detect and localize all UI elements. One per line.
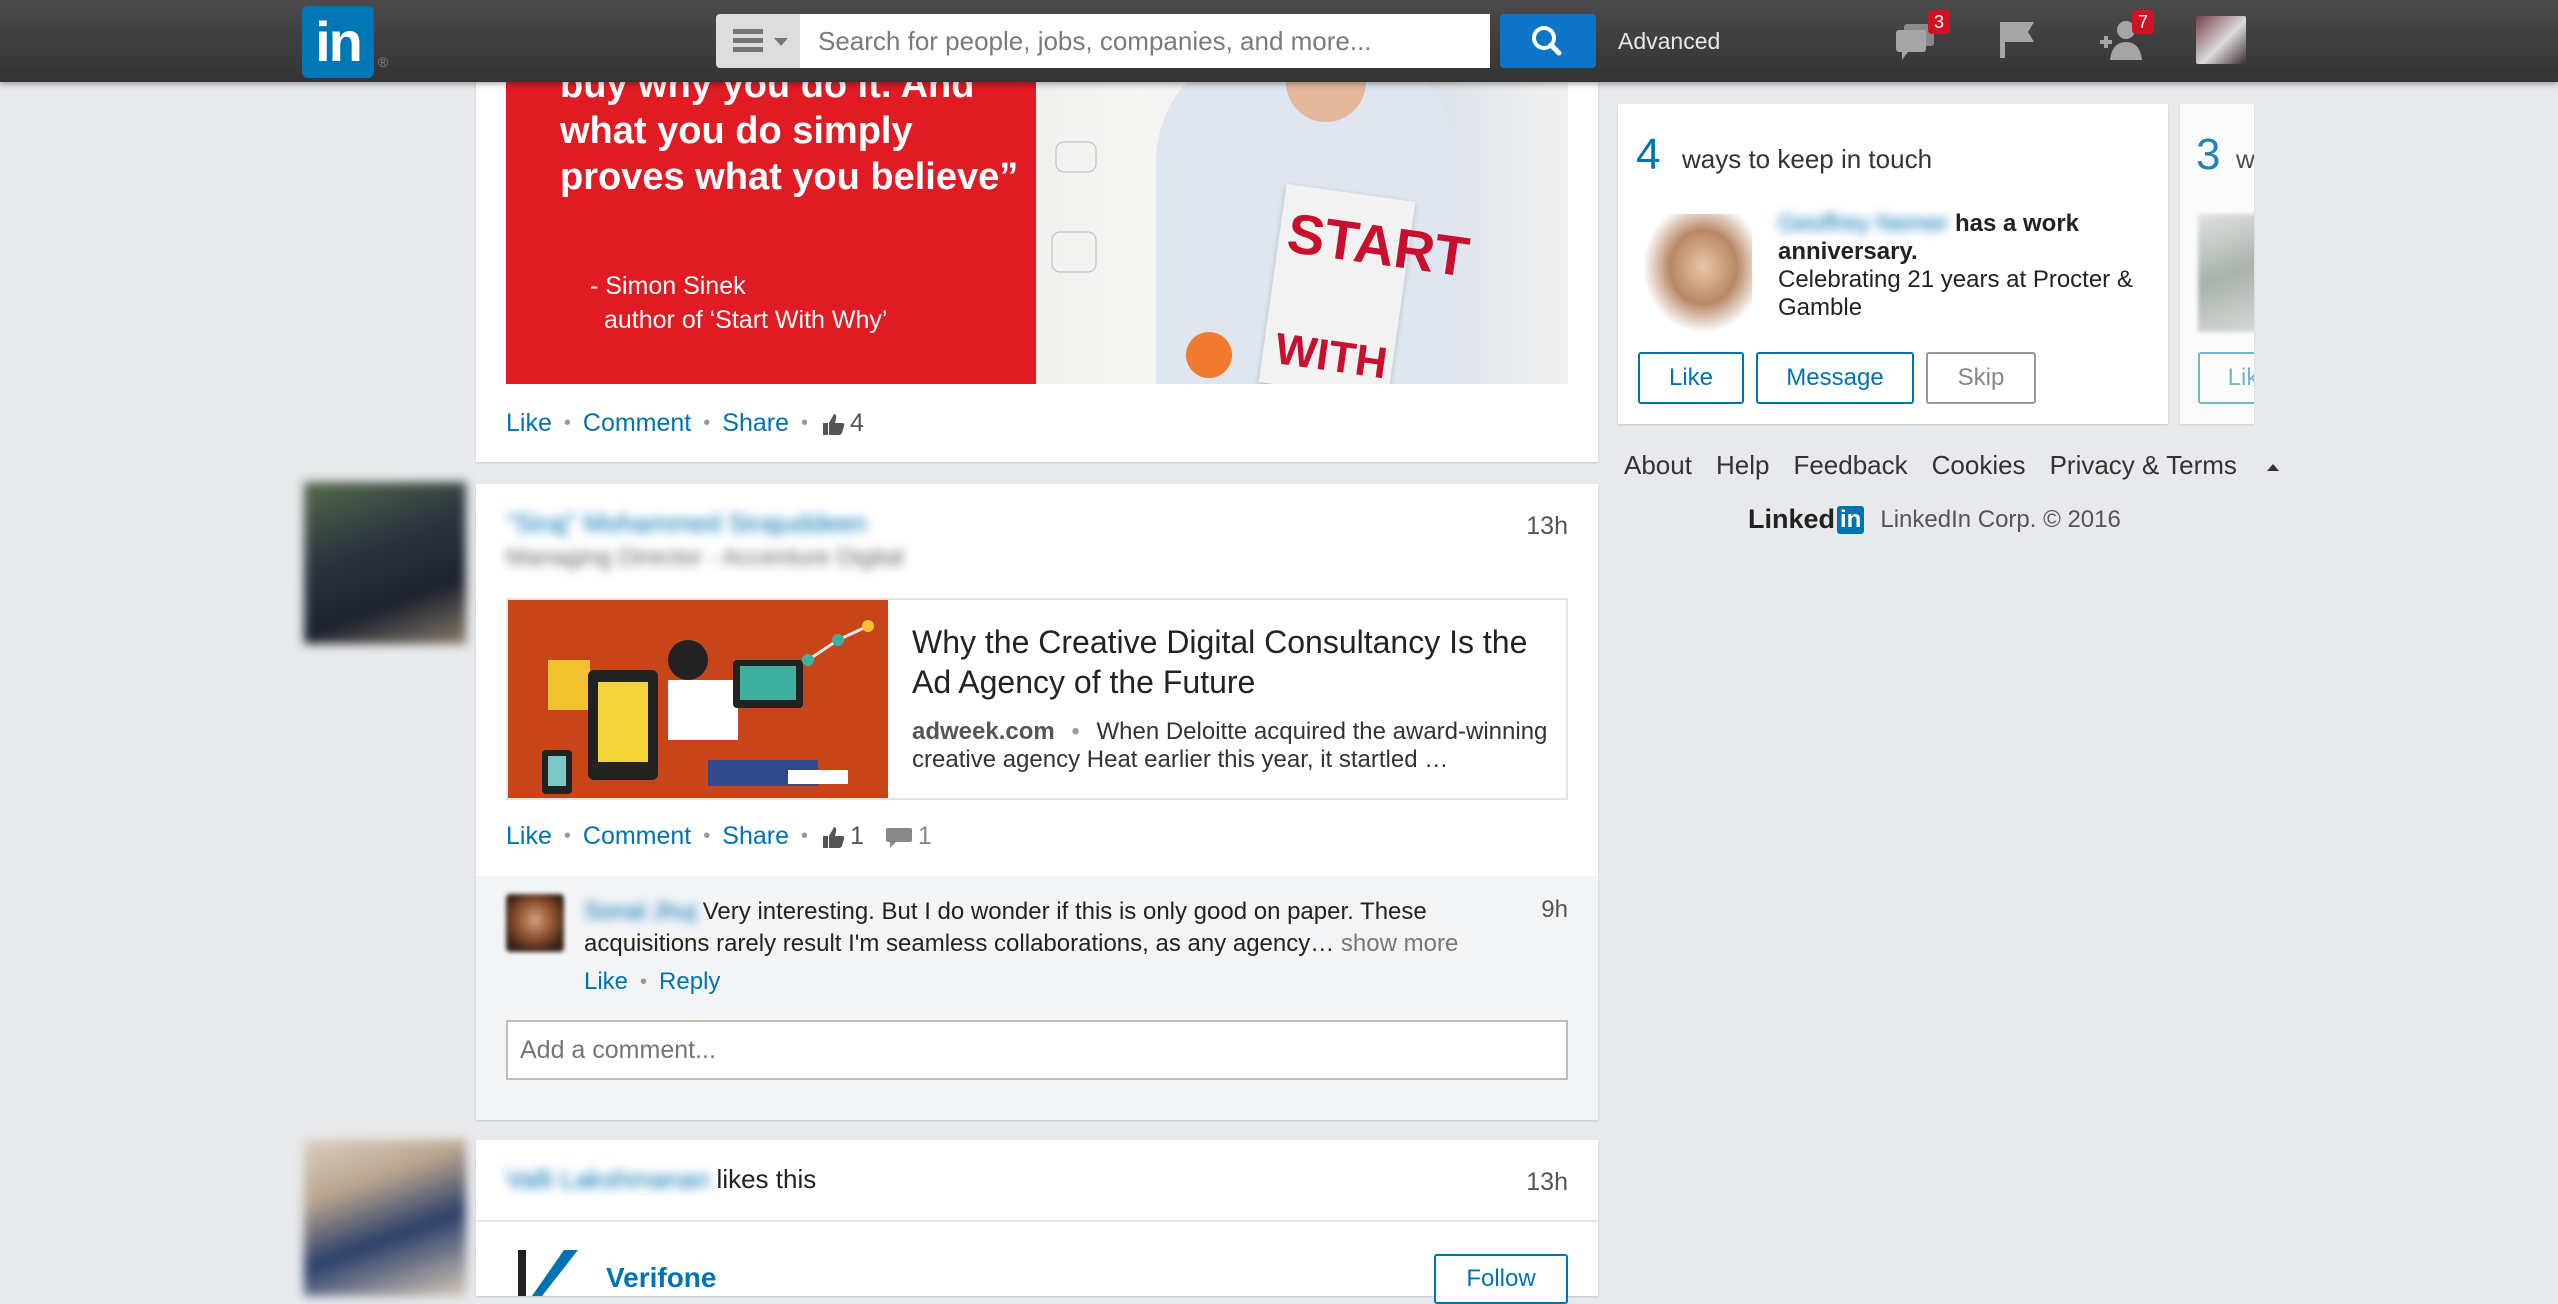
thumbs-up-icon (823, 826, 845, 848)
footer-link-help[interactable]: Help (1716, 450, 1769, 481)
article-thumbnail (508, 600, 888, 798)
post-timestamp: 13h (1526, 1168, 1568, 1196)
footer-brand-text: Linked (1748, 504, 1836, 534)
thumbs-up-icon (823, 413, 845, 435)
like-button[interactable]: Like (1638, 352, 1744, 404)
anniversary-detail: Celebrating 21 years at Procter & Gamble (1778, 266, 2133, 321)
message-button[interactable]: Message (1756, 352, 1914, 404)
messages-badge: 3 (1928, 10, 1951, 34)
likes-count[interactable]: 1 (820, 822, 864, 851)
comment-actions: Like • Reply (584, 968, 721, 996)
like-activity-header: Valli Lakshmanan likes this (506, 1164, 816, 1195)
comment-link[interactable]: Comment (583, 822, 691, 851)
like-link[interactable]: Like (506, 409, 552, 438)
quote-author-subtitle: author of ‘Start With Why’ (604, 306, 888, 334)
article-meta: adweek.com • When Deloitte acquired the … (912, 718, 1548, 773)
skip-button[interactable]: Skip (1926, 352, 2036, 404)
footer-link-feedback[interactable]: Feedback (1793, 450, 1907, 481)
speaker-photo: START WITH (1036, 82, 1568, 384)
registered-mark: ® (378, 54, 389, 70)
article-source: adweek.com (912, 718, 1055, 745)
chevron-down-icon (774, 38, 788, 46)
comment-text: Very interesting. But I do wonder if thi… (584, 898, 1427, 957)
footer-link-cookies[interactable]: Cookies (1932, 450, 2026, 481)
caret-up-icon (2266, 463, 2279, 471)
next-card-like-button[interactable]: Lik (2198, 352, 2254, 404)
copyright-text: LinkedIn Corp. © 2016 (1880, 505, 2121, 533)
linkedin-logo[interactable]: in (302, 6, 374, 78)
share-link[interactable]: Share (722, 409, 789, 438)
actor-name[interactable]: Valli Lakshmanan (506, 1164, 709, 1195)
comments-section: Sonal Jhuj Very interesting. But I do wo… (476, 876, 1598, 1120)
commenter-avatar[interactable] (506, 894, 564, 952)
book-title-with: WITH (1272, 324, 1391, 384)
feed-post-like: Valli Lakshmanan likes this 13h Verifone… (476, 1140, 1598, 1304)
watch-shape (1186, 332, 1232, 378)
search-input[interactable] (800, 14, 1490, 68)
add-comment-input[interactable] (506, 1020, 1568, 1080)
contact-avatar[interactable] (1644, 214, 1752, 332)
book-cover: START WITH (1258, 183, 1473, 384)
follow-button[interactable]: Follow (1434, 1254, 1568, 1304)
search-icon (1532, 26, 1562, 56)
quote-author: - Simon Sinek (590, 272, 746, 300)
feed-post-quote: buy why you do it. And what you do simpl… (476, 82, 1598, 462)
next-card-avatar (2198, 214, 2254, 332)
next-keep-in-touch-card[interactable]: 3 w Lik (2180, 104, 2254, 424)
post-author-headline: Managing Director - Accenture Digital (506, 544, 904, 571)
top-navigation-bar: in ® Advanced 3 7 (0, 0, 2558, 82)
messages-nav-button[interactable]: 3 (1894, 10, 1951, 62)
anniversary-text-block: Geoffrey Nemer has a work anniversary. C… (1778, 210, 2148, 322)
footer-links: About Help Feedback Cookies Privacy & Te… (1624, 450, 2327, 481)
menu-icon (733, 29, 763, 53)
comment-bubble-icon (885, 827, 912, 848)
comment-timestamp: 9h (1541, 896, 1568, 923)
profile-avatar[interactable] (2196, 16, 2246, 64)
illustration-graphic (542, 620, 874, 794)
post-timestamp: 13h (1526, 512, 1568, 540)
post-actions: Like • Comment • Share • 1 1 (506, 822, 932, 851)
comment-reply-link[interactable]: Reply (659, 968, 720, 996)
notifications-nav-button[interactable] (1996, 18, 2046, 62)
keep-in-touch-count: 4 (1636, 130, 1661, 179)
actor-avatar[interactable] (304, 1140, 466, 1296)
footer-link-privacy-terms[interactable]: Privacy & Terms (2050, 450, 2303, 481)
likes-this-text: likes this (716, 1164, 817, 1194)
next-card-title: w (2236, 144, 2254, 174)
keep-in-touch-title: ways to keep in touch (1682, 144, 1933, 174)
divider (476, 1220, 1598, 1222)
search-button[interactable] (1500, 14, 1596, 68)
footer-link-about[interactable]: About (1624, 450, 1692, 481)
next-card-count: 3 (2196, 130, 2221, 179)
search-category-menu-button[interactable] (716, 14, 800, 68)
comments-count[interactable]: 1 (884, 822, 932, 851)
verifone-logo[interactable] (518, 1250, 578, 1296)
connections-nav-button[interactable]: 7 (2098, 10, 2155, 62)
comment-body: Sonal Jhuj Very interesting. But I do wo… (584, 896, 1464, 960)
show-more-link[interactable]: show more (1341, 930, 1458, 957)
flag-icon (2000, 22, 2034, 58)
contact-name[interactable]: Geoffrey Nemer (1778, 210, 1948, 238)
feed-post-article: "Siraj" Mohammed Sirajuddeen Managing Di… (476, 484, 1598, 1120)
commenter-name[interactable]: Sonal Jhuj (584, 896, 696, 928)
comment-like-link[interactable]: Like (584, 968, 628, 996)
post-actions: Like • Comment • Share • 4 (506, 409, 864, 438)
post-author-name[interactable]: "Siraj" Mohammed Sirajuddeen (506, 508, 867, 539)
quote-text: buy why you do it. And what you do simpl… (560, 82, 1019, 198)
like-link[interactable]: Like (506, 822, 552, 851)
share-link[interactable]: Share (722, 822, 789, 851)
footer-brand-in: in (1837, 505, 1865, 534)
article-preview[interactable]: Why the Creative Digital Consultancy Is … (506, 598, 1568, 800)
quote-image[interactable]: buy why you do it. And what you do simpl… (506, 82, 1036, 384)
company-name-link[interactable]: Verifone (606, 1262, 716, 1294)
comment-link[interactable]: Comment (583, 409, 691, 438)
article-title[interactable]: Why the Creative Digital Consultancy Is … (912, 622, 1552, 702)
likes-count[interactable]: 4 (820, 409, 864, 438)
footer-brand: Linked in LinkedIn Corp. © 2016 (1748, 504, 2121, 535)
advanced-search-link[interactable]: Advanced (1618, 28, 1720, 55)
keep-in-touch-card: 4 ways to keep in touch Geoffrey Nemer h… (1618, 104, 2168, 424)
connections-badge: 7 (2132, 10, 2155, 34)
whiteboard-sketch (1046, 112, 1106, 332)
author-avatar[interactable] (304, 482, 466, 644)
